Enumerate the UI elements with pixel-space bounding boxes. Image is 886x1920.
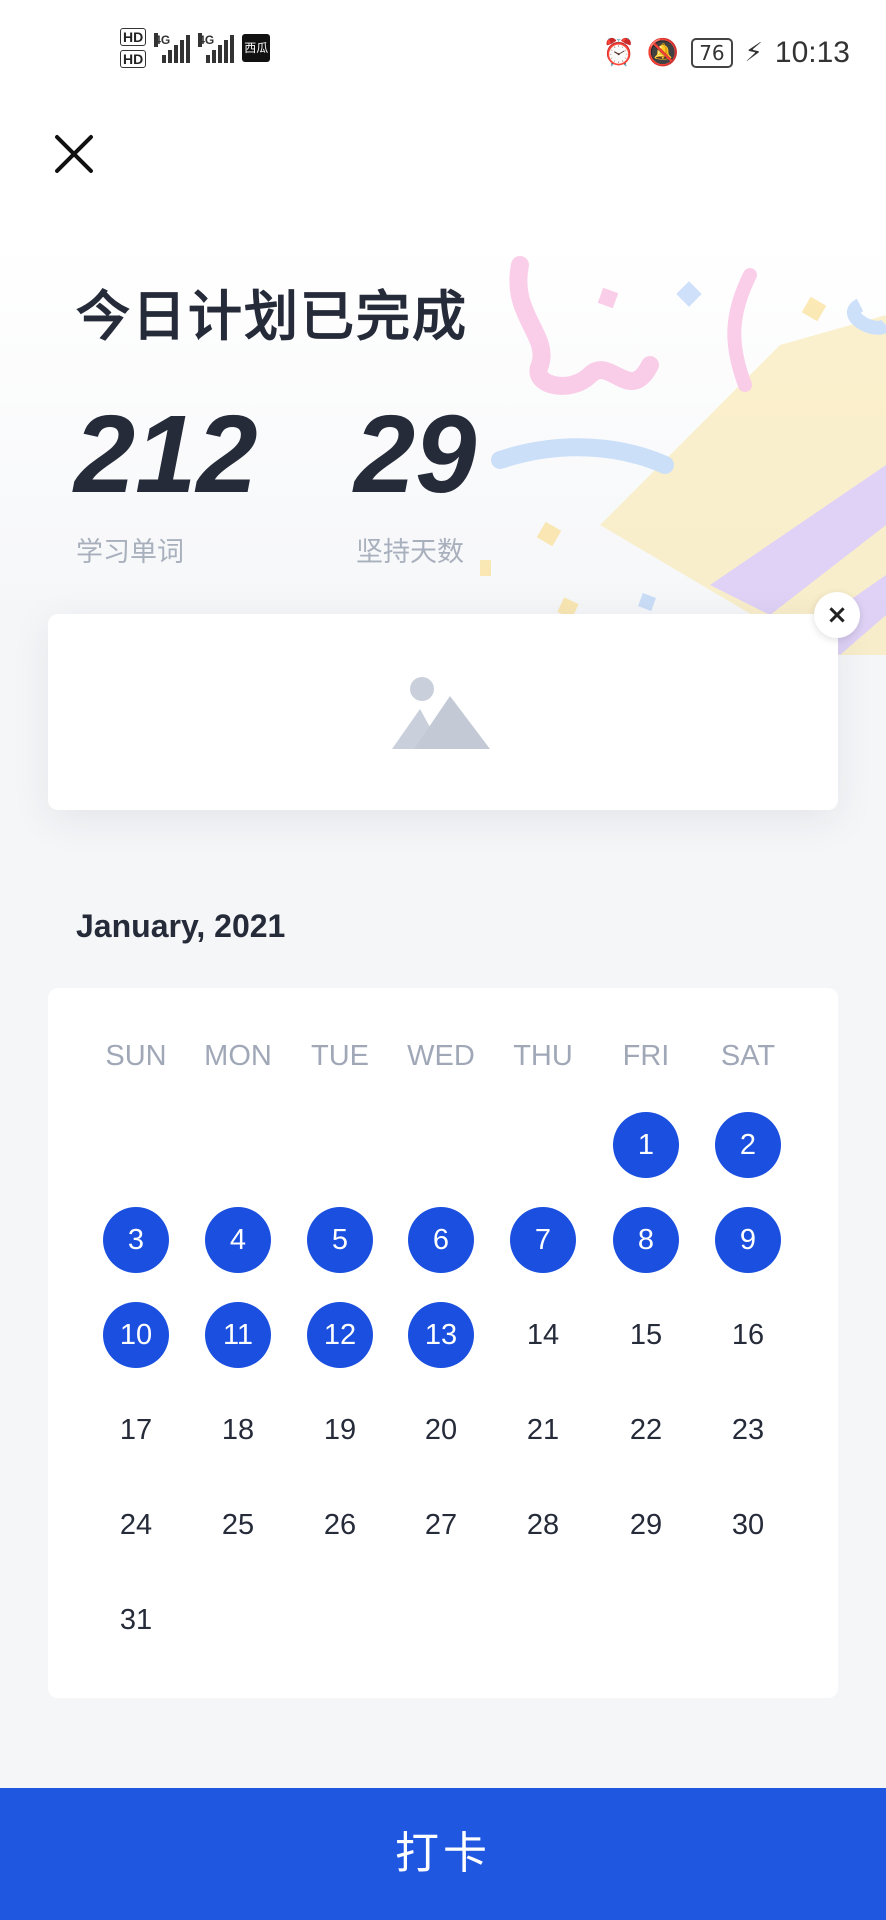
- streak-days-label: 坚持天数: [356, 537, 464, 568]
- charging-icon: ⚡: [744, 38, 763, 68]
- calendar-day[interactable]: 16: [715, 1302, 781, 1368]
- close-icon[interactable]: [52, 132, 96, 176]
- words-studied-value: 212: [74, 393, 258, 516]
- calendar-day[interactable]: 14: [510, 1302, 576, 1368]
- app-notification-icon: 西瓜: [242, 34, 271, 62]
- calendar-day[interactable]: 15: [613, 1302, 679, 1368]
- ad-banner[interactable]: [48, 614, 838, 810]
- words-studied-label: 学习单词: [76, 537, 184, 568]
- calendar-day[interactable]: 20: [408, 1397, 474, 1463]
- calendar-day-completed[interactable]: 6: [408, 1207, 474, 1273]
- ad-close-button[interactable]: ×: [814, 592, 860, 638]
- weekday-sat: SAT: [720, 1040, 776, 1072]
- calendar-day[interactable]: 27: [408, 1492, 474, 1558]
- signal-type-label: 4G: [154, 33, 171, 47]
- checkin-button[interactable]: 打卡: [0, 1788, 886, 1920]
- calendar-day[interactable]: 28: [510, 1492, 576, 1558]
- calendar-day-completed[interactable]: 7: [510, 1207, 576, 1273]
- calendar-day-completed[interactable]: 2: [715, 1112, 781, 1178]
- weekday-wed: WED: [407, 1040, 475, 1072]
- calendar-day[interactable]: 26: [307, 1492, 373, 1558]
- signal-icon: 4G: [154, 33, 191, 63]
- weekday-fri: FRI: [622, 1040, 670, 1072]
- calendar-day[interactable]: 29: [613, 1492, 679, 1558]
- weekday-mon: MON: [204, 1040, 272, 1072]
- calendar-day-completed[interactable]: 12: [307, 1302, 373, 1368]
- calendar-day[interactable]: 19: [307, 1397, 373, 1463]
- status-bar: HD HD 4G 4G 西瓜 ⏰ 🔕 76 ⚡ 10:13: [0, 0, 886, 110]
- calendar-day[interactable]: 30: [715, 1492, 781, 1558]
- calendar-day[interactable]: 23: [715, 1397, 781, 1463]
- status-right: ⏰ 🔕 76 ⚡ 10:13: [602, 36, 850, 70]
- calendar-day[interactable]: 31: [103, 1587, 169, 1653]
- calendar-day-completed[interactable]: 10: [103, 1302, 169, 1368]
- calendar-day[interactable]: 25: [205, 1492, 271, 1558]
- weekday-tue: TUE: [311, 1040, 369, 1072]
- calendar-day-completed[interactable]: 3: [103, 1207, 169, 1273]
- plan-complete-title: 今日计划已完成: [76, 285, 468, 348]
- hd-indicator-2: HD: [120, 50, 147, 68]
- hd-indicator-1: HD: [120, 28, 147, 46]
- calendar-day[interactable]: 22: [613, 1397, 679, 1463]
- weekday-sun: SUN: [105, 1040, 167, 1072]
- image-placeholder-icon: [392, 677, 490, 749]
- weekday-thu: THU: [513, 1040, 573, 1072]
- streak-days-value: 29: [354, 393, 477, 516]
- mute-bell-icon: 🔕: [646, 38, 680, 68]
- hd-indicators: HD HD: [120, 28, 147, 68]
- signal-icon: 4G: [198, 33, 235, 63]
- calendar-day-completed[interactable]: 9: [715, 1207, 781, 1273]
- battery-icon: 76: [691, 38, 733, 68]
- calendar-day-completed[interactable]: 8: [613, 1207, 679, 1273]
- calendar-day[interactable]: 17: [103, 1397, 169, 1463]
- calendar-day-completed[interactable]: 5: [307, 1207, 373, 1273]
- calendar-day[interactable]: 21: [510, 1397, 576, 1463]
- calendar-month-label: January, 2021: [76, 908, 286, 944]
- calendar-day[interactable]: 24: [103, 1492, 169, 1558]
- signal-type-label: 4G: [198, 33, 215, 47]
- calendar-day[interactable]: 18: [205, 1397, 271, 1463]
- clock: 10:13: [774, 36, 850, 69]
- calendar-day-completed[interactable]: 13: [408, 1302, 474, 1368]
- alarm-icon: ⏰: [602, 38, 635, 68]
- calendar-day-completed[interactable]: 4: [205, 1207, 271, 1273]
- calendar-day-completed[interactable]: 1: [613, 1112, 679, 1178]
- status-left: HD HD 4G 4G 西瓜: [120, 28, 271, 68]
- calendar-day-completed[interactable]: 11: [205, 1302, 271, 1368]
